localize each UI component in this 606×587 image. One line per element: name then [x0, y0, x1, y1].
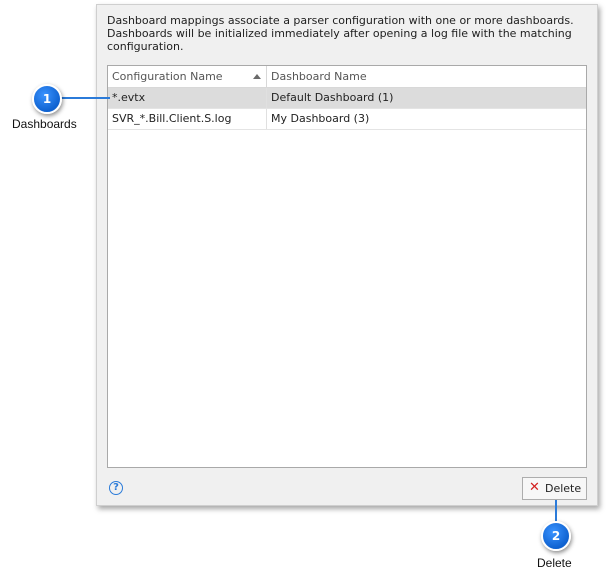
configuration-name-cell: SVR_*.Bill.Client.S.log	[108, 109, 267, 129]
callout-label-dashboards: Dashboards	[12, 117, 77, 131]
grid-header: Configuration Name Dashboard Name	[108, 66, 586, 88]
delete-icon: ✕	[529, 480, 540, 495]
delete-button-label: Delete	[545, 482, 582, 495]
callout-label-delete: Delete	[537, 556, 572, 570]
column-header-label: Configuration Name	[112, 70, 223, 83]
sort-ascending-icon	[253, 74, 261, 79]
dashboard-mappings-panel: Dashboard mappings associate a parser co…	[96, 4, 598, 506]
table-row[interactable]: SVR_*.Bill.Client.S.log My Dashboard (3)	[108, 109, 586, 130]
mappings-grid[interactable]: Configuration Name Dashboard Name *.evtx…	[107, 65, 587, 468]
column-header-configuration-name[interactable]: Configuration Name	[108, 66, 267, 87]
table-row[interactable]: *.evtx Default Dashboard (1)	[108, 88, 586, 109]
help-icon[interactable]: ?	[109, 481, 123, 495]
delete-button[interactable]: ✕ Delete	[522, 477, 587, 500]
column-header-label: Dashboard Name	[271, 70, 367, 83]
dashboard-name-cell: My Dashboard (3)	[271, 112, 370, 125]
callout-badge-2: 2	[541, 521, 571, 551]
column-header-dashboard-name[interactable]: Dashboard Name	[267, 66, 587, 87]
description-text: Dashboard mappings associate a parser co…	[107, 14, 574, 53]
configuration-name-cell: *.evtx	[108, 88, 267, 108]
callout-badge-1: 1	[32, 84, 62, 114]
callout-connector-line	[60, 97, 110, 99]
dashboard-name-cell: Default Dashboard (1)	[271, 91, 394, 104]
